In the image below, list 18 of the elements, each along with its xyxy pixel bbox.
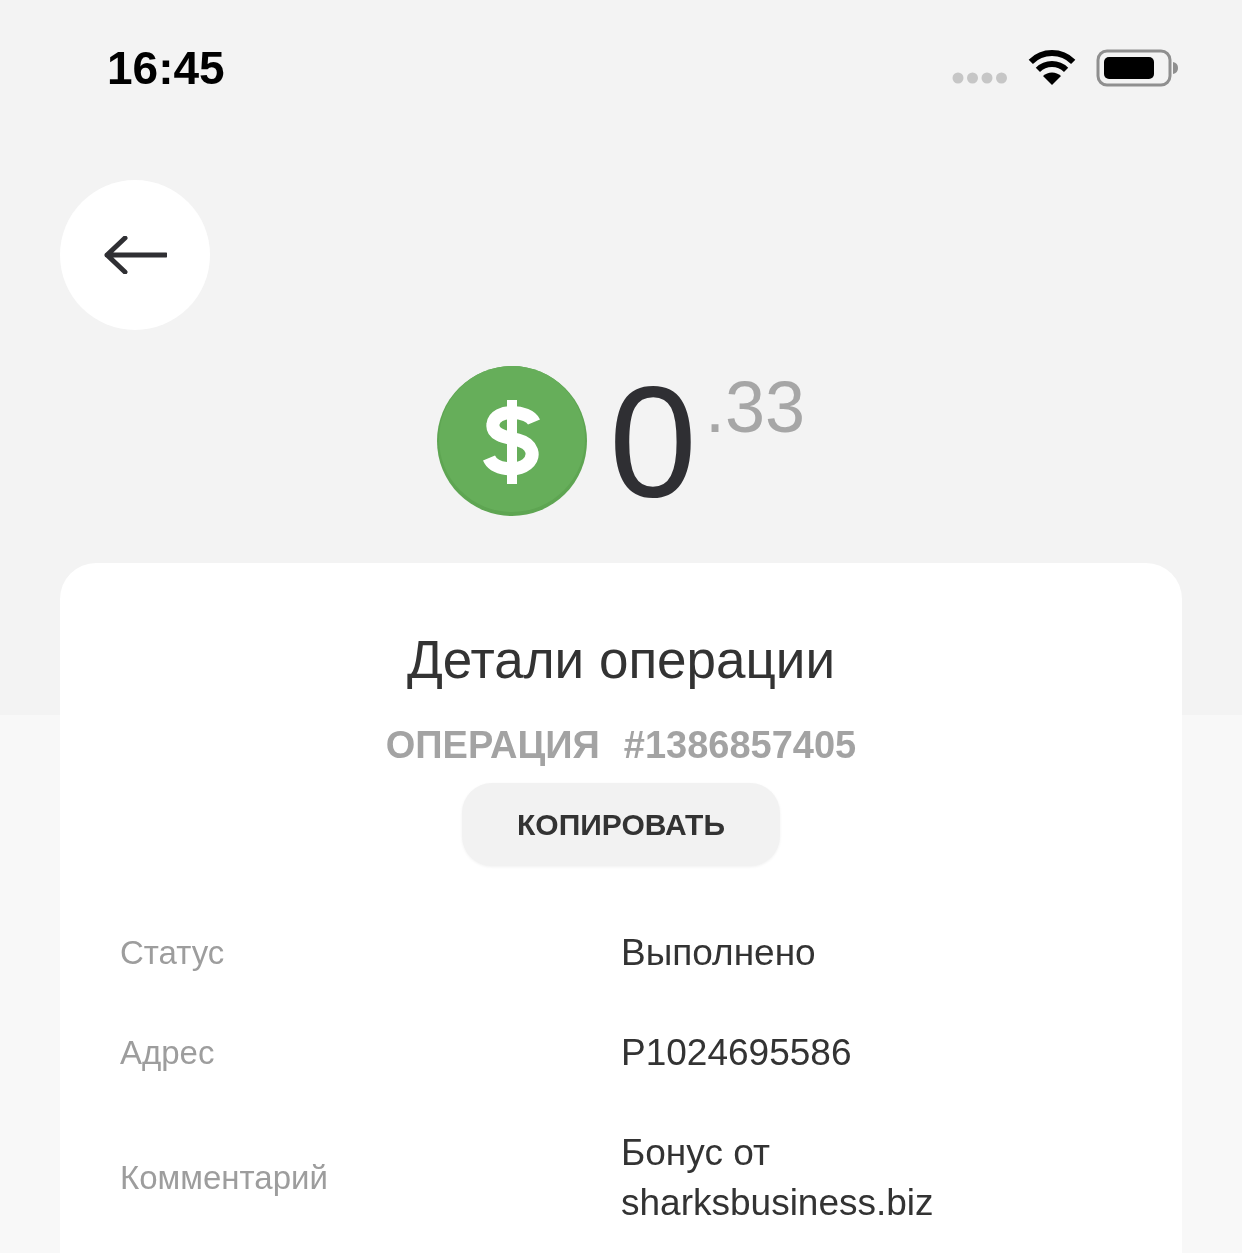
row-value: Бонус от sharksbusiness.biz: [621, 1131, 935, 1225]
operation-label: ОПЕРАЦИЯ: [385, 723, 600, 768]
battery-icon: [1096, 49, 1178, 87]
copy-button[interactable]: КОПИРОВАТЬ: [462, 783, 780, 866]
left-arrow-icon: [103, 236, 167, 274]
status-time: 16:45: [107, 41, 225, 96]
row-label: Адрес: [120, 1033, 216, 1073]
row-value: Выполнено: [621, 931, 817, 975]
amount-integer: 0: [609, 366, 697, 516]
row-label: Статус: [120, 933, 226, 973]
wifi-icon: [1028, 50, 1076, 86]
dollar-coin-icon: [437, 366, 587, 516]
amount-fraction: .33: [704, 371, 805, 443]
row-label: Комментарий: [120, 1158, 329, 1198]
operation-number: #1386857405: [623, 723, 857, 768]
card-title: Детали операции: [406, 629, 836, 691]
row-value: P1024695586: [621, 1031, 853, 1075]
signal-icon: [952, 72, 1008, 84]
